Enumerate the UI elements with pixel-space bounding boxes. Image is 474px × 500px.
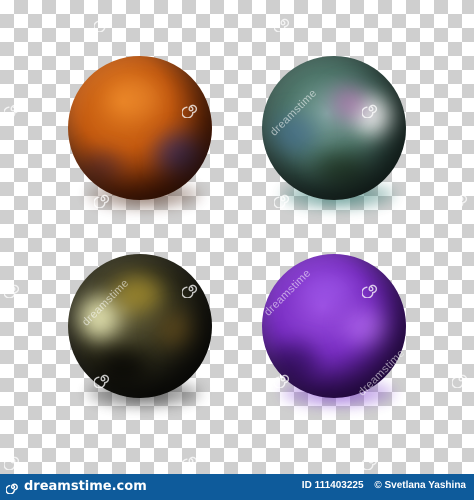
swirl-logo-icon xyxy=(182,104,198,118)
swirl-logo-icon xyxy=(362,104,378,118)
swirl-logo-icon xyxy=(362,284,378,298)
swirl-logo-icon xyxy=(6,483,18,494)
swirl-logo-icon xyxy=(274,374,290,388)
swirl-logo-icon xyxy=(4,284,20,298)
swirl-logo-icon xyxy=(94,374,110,388)
swirl-logo-icon xyxy=(94,18,110,32)
dreamstime-logo[interactable]: dreamstime.com xyxy=(6,479,147,494)
sphere-body xyxy=(68,56,212,200)
sphere-orange xyxy=(68,56,214,216)
sphere-dark-gold xyxy=(68,254,214,414)
swirl-logo-icon xyxy=(362,456,378,470)
swirl-logo-icon xyxy=(4,104,20,118)
swirl-logo-icon xyxy=(94,194,110,208)
sphere-purple xyxy=(262,254,408,414)
swirl-logo-icon xyxy=(274,194,290,208)
swirl-logo-icon xyxy=(452,194,468,208)
swirl-logo-icon xyxy=(274,18,290,32)
swirl-logo-icon xyxy=(452,374,468,388)
swirl-logo-icon xyxy=(4,456,20,470)
swirl-logo-icon xyxy=(182,284,198,298)
image-meta: ID 111403225 © Svetlana Yashina xyxy=(294,480,466,491)
author-credit: © Svetlana Yashina xyxy=(374,480,466,491)
stock-image: dreamstime dreamstime dreamstime dreamst… xyxy=(0,0,474,500)
footer-bar: dreamstime.com ID 111403225 © Svetlana Y… xyxy=(0,474,474,500)
logo-text: dreamstime.com xyxy=(24,479,147,494)
swirl-logo-icon xyxy=(182,456,198,470)
image-id: ID 111403225 xyxy=(301,480,364,491)
